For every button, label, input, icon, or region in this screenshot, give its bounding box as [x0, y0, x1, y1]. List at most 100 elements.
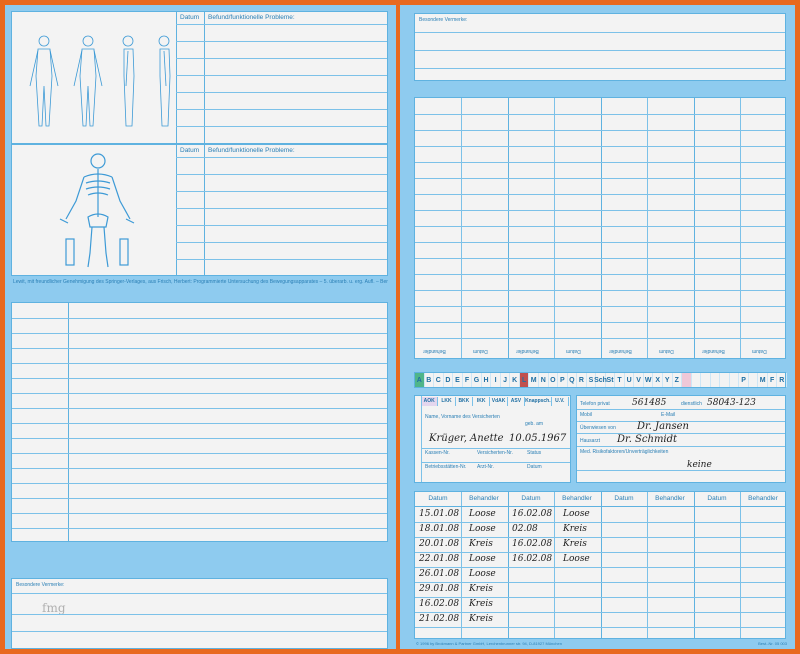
- contra-label: Med. Risikofaktoren/Unverträglichkeiten: [580, 449, 669, 455]
- grid-caption-2: Datum: [473, 348, 488, 354]
- index-tab-Z: Z: [673, 373, 683, 387]
- insurance-tab-0: AOK: [421, 397, 439, 406]
- dob-value: 10.05.1967: [509, 433, 567, 444]
- visit-therapist: Loose: [563, 554, 590, 564]
- index-tab-P: P: [739, 373, 749, 387]
- visit-date: 15.01.08: [419, 509, 460, 519]
- visit-therapist: Loose: [469, 509, 496, 519]
- right-special-notes: Besondere Vermerke:: [414, 13, 786, 81]
- index-tab-D: D: [444, 373, 454, 387]
- visit-date: 22.01.08: [419, 554, 460, 564]
- insurance-tab-1: LKK: [438, 397, 456, 406]
- gp-label: Hausarzt: [580, 438, 601, 444]
- left-notes-value: fmg: [42, 601, 66, 615]
- figure-credit: Lewit, mit freundlicher Genehmigung des …: [13, 279, 388, 285]
- index-tab-blank-35: [749, 373, 759, 387]
- index-tab-T: T: [615, 373, 625, 387]
- insurance-number-label: Kassen-Nr.: [425, 450, 450, 456]
- visit-therapist: Kreis: [563, 524, 587, 534]
- grid-caption-1: Behandler: [423, 348, 446, 354]
- referred-value: Dr. Jansen: [637, 421, 689, 432]
- insured-number-label: Versicherten-Nr.: [477, 450, 513, 456]
- visit-date: 18.01.08: [419, 524, 460, 534]
- index-tab-R: R: [777, 373, 787, 387]
- visit-therapist: Kreis: [563, 539, 587, 549]
- skeleton-figure: [59, 153, 135, 268]
- mobile-label: Mobil: [580, 412, 592, 418]
- visits-header-6: Datum: [707, 495, 727, 502]
- grid-caption-5: Behandler: [609, 348, 632, 354]
- site-number-label: Betriebsstätten-Nr.: [425, 464, 467, 470]
- contra-value: keine: [687, 460, 712, 470]
- insurance-card-box: AOK LKK BKK IKK VdAK ASV Knappsch. U.V. Name, V…: [414, 395, 571, 483]
- phone-private-value: 561485: [632, 398, 667, 408]
- index-tab-J: J: [501, 373, 511, 387]
- visit-therapist: Kreis: [469, 584, 493, 594]
- index-tab-blank-29: [692, 373, 702, 387]
- index-tab-Sch: Sch: [594, 373, 607, 387]
- right-notes-label: Besondere Vermerke:: [419, 17, 468, 23]
- index-tab-A: A: [415, 373, 425, 387]
- insurance-tab-6: Knappsch.: [525, 397, 552, 406]
- visits-header-3: Behandler: [562, 495, 592, 502]
- alphabet-index-strip: A B C D E F G H I J K L M N O P Q R S Sch St T U V W X Y Z P M F R: [414, 372, 787, 388]
- index-tab-blank-32: [720, 373, 730, 387]
- visits-header-4: Datum: [614, 495, 634, 502]
- visits-header-5: Behandler: [655, 495, 685, 502]
- visit-date: 16.02.08: [512, 509, 553, 519]
- index-tab-Y: Y: [663, 373, 673, 387]
- visits-header-2: Datum: [521, 495, 541, 502]
- visits-table: Datum Behandler Datum Behandler Datum Behandl…: [414, 491, 786, 639]
- index-tab-G: G: [472, 373, 482, 387]
- grid-caption-6: Datum: [659, 348, 674, 354]
- index-tab-P: P: [558, 373, 568, 387]
- index-tab-H: H: [482, 373, 492, 387]
- order-number-footer: Best.-Nr. 05 003: [758, 641, 787, 646]
- visit-date: 20.01.08: [419, 539, 460, 549]
- publisher-footer: © 1996 by Brokmann & Partner GmbH, Lerch…: [416, 641, 562, 646]
- index-tab-F: F: [463, 373, 473, 387]
- index-tab-M: M: [529, 373, 539, 387]
- phone-work-label: dienstlich: [681, 401, 702, 407]
- visits-header-7: Behandler: [748, 495, 778, 502]
- visit-therapist: Loose: [469, 569, 496, 579]
- insurance-tab-3: IKK: [473, 397, 491, 406]
- status-label: Status: [527, 450, 542, 456]
- index-tab-L: L: [519, 373, 530, 387]
- visits-header-1: Behandler: [469, 495, 499, 502]
- visit-date: 16.02.08: [512, 554, 553, 564]
- index-tab-B: B: [425, 373, 435, 387]
- index-tab-E: E: [453, 373, 463, 387]
- visit-therapist: Kreis: [469, 539, 493, 549]
- index-tab-R: R: [577, 373, 587, 387]
- index-tab-blank-31: [711, 373, 721, 387]
- index-tab-Q: Q: [568, 373, 578, 387]
- visit-date: 21.02.08: [419, 614, 460, 624]
- body-chart-panel: Datum Befund/funktionelle Probleme:: [11, 11, 388, 144]
- visit-therapist: Kreis: [469, 614, 493, 624]
- index-tab-V: V: [634, 373, 644, 387]
- index-tab-F: F: [768, 373, 778, 387]
- visit-date: 16.02.08: [512, 539, 553, 549]
- index-tab-I: I: [491, 373, 501, 387]
- index-tab-U: U: [625, 373, 635, 387]
- index-tab-blank-33: [730, 373, 740, 387]
- visit-therapist: Kreis: [469, 599, 493, 609]
- left-special-notes: Besondere Vermerke: fmg: [11, 578, 388, 649]
- ruled-notes-table: [11, 302, 388, 542]
- date-label: Datum: [527, 464, 542, 470]
- phone-work-value: 58043-123: [707, 398, 756, 408]
- email-label: E-Mail: [661, 412, 676, 418]
- grid-caption-7: Behandler: [702, 348, 725, 354]
- visit-therapist: Loose: [469, 524, 496, 534]
- grid-caption-8: Datum: [752, 348, 767, 354]
- gp-value: Dr. Schmidt: [617, 434, 678, 445]
- dob-label: geb. am: [525, 421, 544, 427]
- contact-box: Telefon privat 561485 dienstlich 58043-1…: [576, 395, 786, 483]
- index-tab-W: W: [644, 373, 654, 387]
- index-tab-N: N: [539, 373, 549, 387]
- left-notes-label: Besondere Vermerke:: [16, 582, 65, 588]
- visit-date: 16.02.08: [419, 599, 460, 609]
- body-outline-figures: [29, 35, 171, 127]
- insured-name-label: Name, Vorname des Versicherten: [425, 414, 500, 420]
